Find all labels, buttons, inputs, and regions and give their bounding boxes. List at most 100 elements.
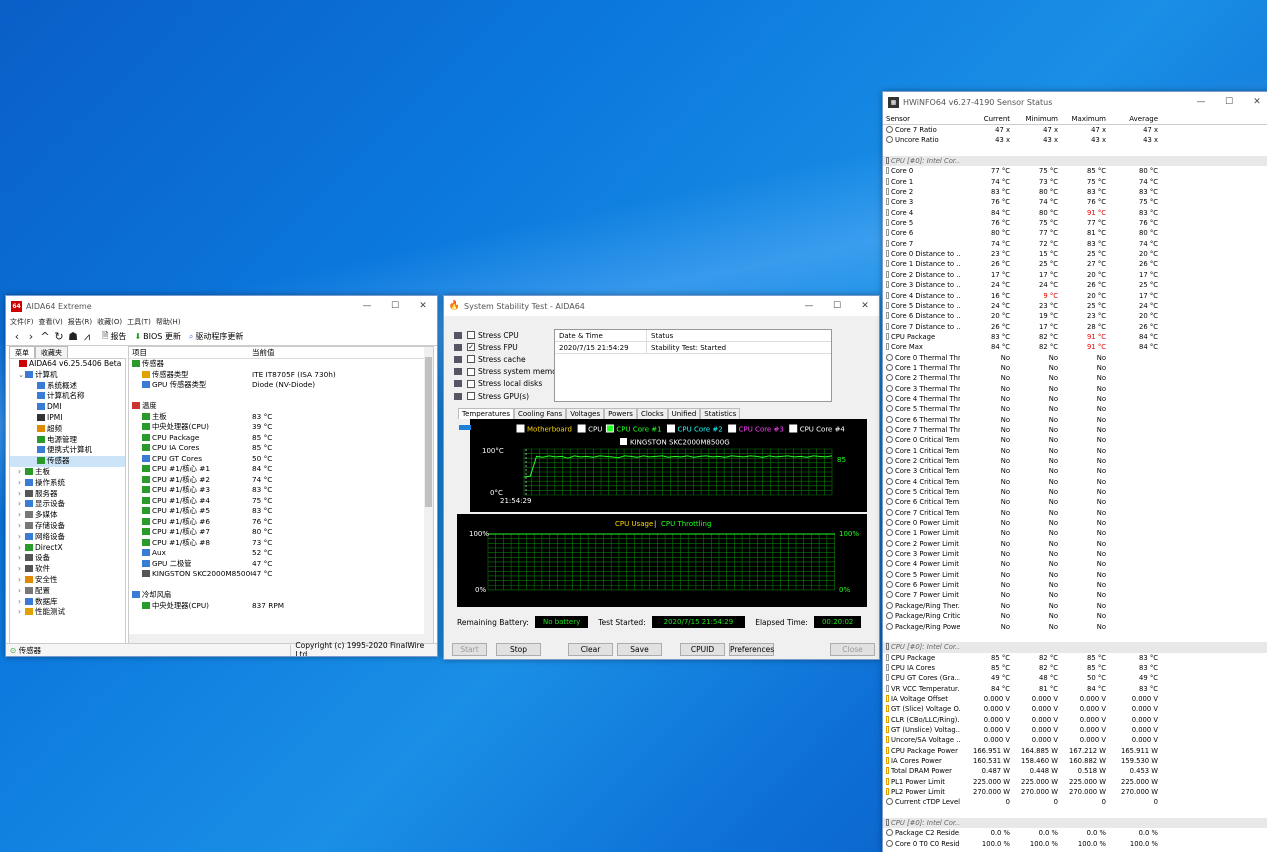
detail-row[interactable]: GPU 二极管 47 °C: [129, 559, 433, 570]
sensor-row[interactable]: CPU Package 85 °C 82 °C 85 °C 83 °C: [883, 653, 1267, 663]
hwinfo-window[interactable]: ▦ HWiNFO64 v6.27-4190 Sensor Status — ☐ …: [882, 91, 1267, 852]
detail-row[interactable]: 传感器: [129, 359, 433, 370]
sensor-row[interactable]: GT (Slice) Voltage O... 0.000 V 0.000 V 0.0…: [883, 704, 1267, 714]
legend-checkbox[interactable]: [667, 424, 675, 433]
tree-item[interactable]: › 设备: [10, 553, 125, 564]
sensor-row[interactable]: Core 2 Distance to ... 17 °C 17 °C 20 °C 17 …: [883, 270, 1267, 280]
expand-icon[interactable]: ⌄: [18, 370, 25, 381]
sensor-row[interactable]: Core 4 Distance to ... 16 °C 9 °C 20 °C 17 °…: [883, 291, 1267, 301]
minimize-icon[interactable]: —: [795, 301, 823, 311]
legend-checkbox[interactable]: [789, 424, 798, 433]
scroll-thumb[interactable]: [425, 357, 432, 507]
legend-checkbox[interactable]: [728, 424, 737, 433]
expand-icon[interactable]: ›: [18, 521, 25, 532]
sensor-row[interactable]: Core 0 Thermal Thr... No No No: [883, 353, 1267, 363]
menu-item[interactable]: 收藏(O): [97, 317, 122, 327]
detail-row[interactable]: CPU #1/核心 #7 80 °C: [129, 527, 433, 538]
sensor-detail-panel[interactable]: 项目 当前值 传感器 传感器类型 ITE IT8705F (ISA 730h) GPU…: [128, 346, 434, 644]
aida64-window[interactable]: 64 AIDA64 Extreme — ☐ ✕ 文件(F) 查看(V) 报告(R) 收…: [5, 295, 438, 657]
sensor-group-row[interactable]: CPU [#0]: Intel Cor...: [883, 642, 1267, 653]
forward-icon[interactable]: ›: [24, 330, 38, 343]
driver-update-button[interactable]: ⌕ 驱动程序更新: [189, 331, 243, 342]
sensor-row[interactable]: CPU Package 83 °C 82 °C 91 °C 84 °C: [883, 332, 1267, 342]
sensor-row[interactable]: Core 7 Ratio 47 x 47 x 47 x 47 x: [883, 125, 1267, 135]
sensor-row[interactable]: Core 6 Critical Tem... No No No: [883, 497, 1267, 507]
close-button[interactable]: Close: [830, 643, 875, 656]
detail-row[interactable]: CPU #1/核心 #2 74 °C: [129, 475, 433, 486]
graph-tab[interactable]: Temperatures: [458, 408, 514, 419]
detail-row[interactable]: 传感器类型 ITE IT8705F (ISA 730h): [129, 370, 433, 381]
detail-row[interactable]: GPU 传感器类型 Diode (NV-Diode): [129, 380, 433, 391]
sensor-row[interactable]: Core 3 Thermal Thr... No No No: [883, 384, 1267, 394]
sensor-row[interactable]: Core 3 76 °C 74 °C 76 °C 75 °C: [883, 197, 1267, 207]
tree-item[interactable]: › 显示设备: [10, 499, 125, 510]
sensor-row[interactable]: Core 5 76 °C 75 °C 77 °C 76 °C: [883, 218, 1267, 228]
preferences-button[interactable]: Preferences: [729, 643, 774, 656]
detail-row[interactable]: [129, 580, 433, 591]
stress-checkbox[interactable]: [467, 331, 475, 340]
tree-item[interactable]: › 操作系统: [10, 478, 125, 489]
expand-icon[interactable]: ›: [18, 553, 25, 564]
detail-row[interactable]: 温度: [129, 401, 433, 412]
column-item[interactable]: 项目: [129, 347, 252, 358]
detail-row[interactable]: CPU #1/核心 #3 83 °C: [129, 485, 433, 496]
detail-row[interactable]: 主板 83 °C: [129, 412, 433, 423]
sensor-row[interactable]: Core 4 Power Limit ... No No No: [883, 559, 1267, 569]
expand-icon[interactable]: ›: [18, 564, 25, 575]
legend-checkbox[interactable]: [577, 424, 586, 433]
tree-item[interactable]: › 网络设备: [10, 532, 125, 543]
sensor-row[interactable]: Core 1 74 °C 73 °C 75 °C 74 °C: [883, 177, 1267, 187]
col-maximum[interactable]: Maximum: [1058, 114, 1107, 124]
sensor-row[interactable]: Core 0 77 °C 75 °C 85 °C 80 °C: [883, 166, 1267, 176]
sensor-row[interactable]: Core 6 80 °C 77 °C 81 °C 80 °C: [883, 228, 1267, 238]
stress-checkbox[interactable]: [467, 392, 475, 401]
detail-row[interactable]: CPU #1/核心 #8 73 °C: [129, 538, 433, 549]
stress-option[interactable]: Stress CPU: [454, 329, 564, 341]
close-icon[interactable]: ✕: [851, 301, 879, 311]
sensor-row[interactable]: [883, 146, 1267, 156]
stress-option[interactable]: Stress cache: [454, 353, 564, 365]
sensor-row[interactable]: Core 6 Distance to ... 20 °C 19 °C 23 °C 20 …: [883, 311, 1267, 321]
sensor-row[interactable]: Core 5 Distance to ... 24 °C 23 °C 25 °C 24 …: [883, 301, 1267, 311]
sensor-row[interactable]: Core Max 84 °C 82 °C 91 °C 84 °C: [883, 342, 1267, 352]
up-icon[interactable]: ^: [38, 330, 52, 343]
stability-test-window[interactable]: 🔥 System Stability Test - AIDA64 — ☐ ✕ S…: [443, 295, 880, 660]
aida64-titlebar[interactable]: 64 AIDA64 Extreme — ☐ ✕: [6, 296, 437, 316]
report-button[interactable]: 🗎 报告: [102, 330, 126, 344]
expand-icon[interactable]: ›: [18, 467, 25, 478]
detail-row[interactable]: CPU #1/核心 #5 83 °C: [129, 506, 433, 517]
sensor-row[interactable]: Core 5 Power Limit ... No No No: [883, 570, 1267, 580]
detail-row[interactable]: [129, 391, 433, 402]
stress-option[interactable]: Stress local disks: [454, 378, 564, 390]
chart-icon[interactable]: ⩘: [80, 330, 94, 344]
sensor-row[interactable]: Core 6 Power Limit ... No No No: [883, 580, 1267, 590]
sensor-row[interactable]: Core 0 Power Limit ... No No No: [883, 518, 1267, 528]
refresh-icon[interactable]: ↻: [52, 330, 66, 343]
sensor-row[interactable]: [883, 632, 1267, 642]
expand-icon[interactable]: ›: [18, 499, 25, 510]
legend-checkbox[interactable]: [516, 424, 525, 433]
tree-item[interactable]: 传感器: [10, 456, 125, 467]
graph-tab[interactable]: Unified: [667, 408, 701, 419]
stress-checkbox[interactable]: [467, 379, 475, 388]
sensor-row[interactable]: Package C2 Reside... 0.0 % 0.0 % 0.0 % 0.0 %: [883, 828, 1267, 838]
tree-item[interactable]: › 安全性: [10, 575, 125, 586]
detail-row[interactable]: CPU GT Cores 50 °C: [129, 454, 433, 465]
tree-item[interactable]: › 多媒体: [10, 510, 125, 521]
sensor-row[interactable]: Core 2 Thermal Thr... No No No: [883, 373, 1267, 383]
sensor-row[interactable]: Package/Ring Ther... No No No: [883, 601, 1267, 611]
sensor-row[interactable]: VR VCC Temperatur... 84 °C 81 °C 84 °C 83 °C: [883, 684, 1267, 694]
sensor-row[interactable]: IA Cores Power 160.531 W 158.460 W 160.882 …: [883, 756, 1267, 766]
menu-item[interactable]: 文件(F): [10, 317, 34, 327]
detail-row[interactable]: CPU Package 85 °C: [129, 433, 433, 444]
maximize-icon[interactable]: ☐: [381, 301, 409, 311]
detail-row[interactable]: 冷却风扇: [129, 590, 433, 601]
sensor-row[interactable]: Uncore Ratio 43 x 43 x 43 x 43 x: [883, 135, 1267, 145]
tree-item[interactable]: 系统概述: [10, 381, 125, 392]
sensor-row[interactable]: Core 3 Distance to ... 24 °C 24 °C 26 °C 25 …: [883, 280, 1267, 290]
sensor-row[interactable]: Core 2 83 °C 80 °C 83 °C 83 °C: [883, 187, 1267, 197]
tree-item[interactable]: 电源管理: [10, 435, 125, 446]
user-icon[interactable]: ☗: [66, 330, 80, 343]
detail-row[interactable]: Aux 52 °C: [129, 548, 433, 559]
sensor-row[interactable]: Core 5 Thermal Thr... No No No: [883, 404, 1267, 414]
